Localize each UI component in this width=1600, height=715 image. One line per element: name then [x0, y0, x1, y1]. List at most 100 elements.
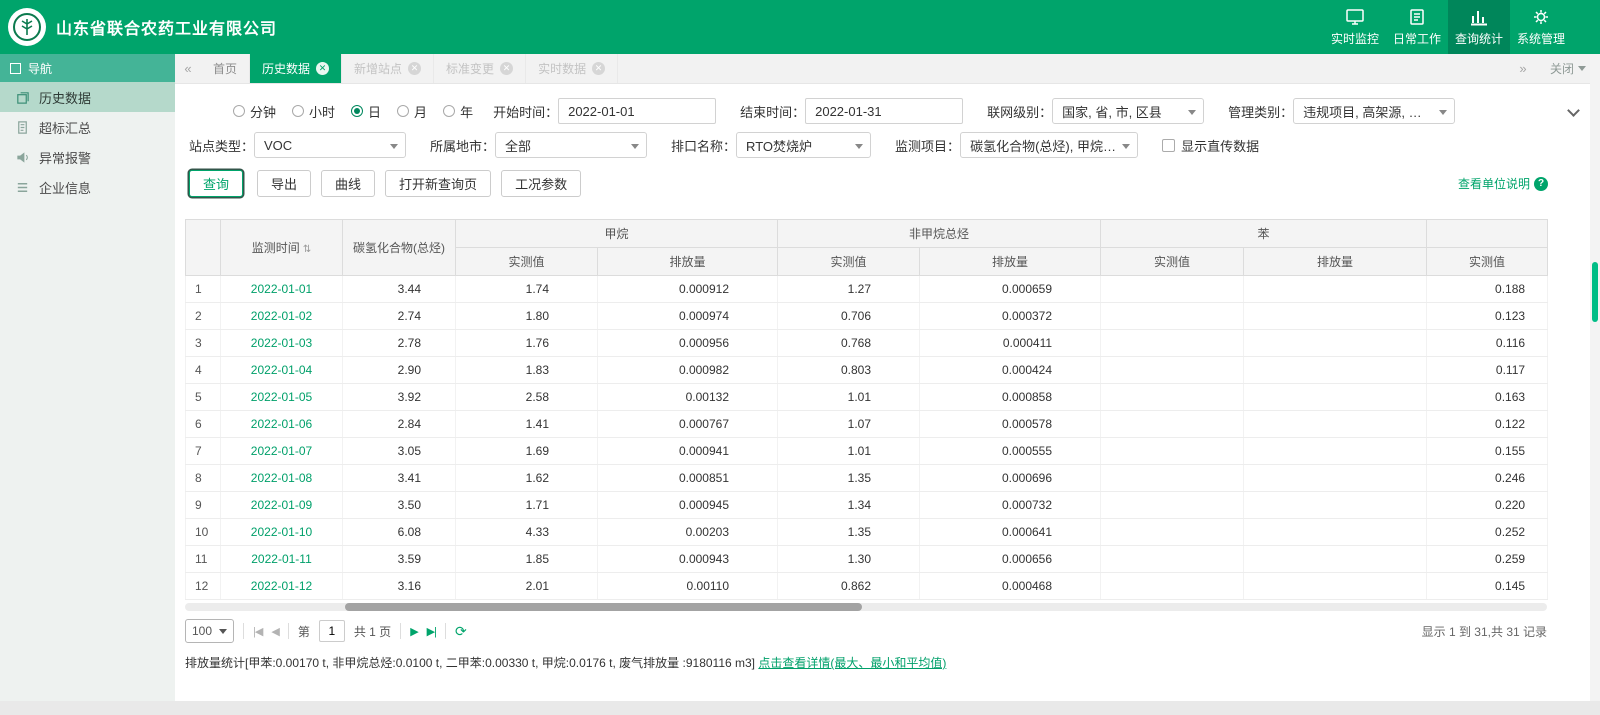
nav-realtime-monitor[interactable]: 实时监控 [1324, 0, 1386, 54]
monitor-date-link[interactable]: 2022-01-09 [221, 492, 343, 519]
divider [288, 623, 289, 639]
period-radio-hour[interactable]: 小时 [292, 102, 335, 121]
monitor-date-link[interactable]: 2022-01-03 [221, 330, 343, 357]
page-size-select[interactable]: 100 [185, 619, 234, 643]
sidebar-item-abnormal-alarm[interactable]: 异常报警 [0, 142, 175, 172]
monitor-date-link[interactable]: 2022-01-06 [221, 411, 343, 438]
monitor-date-link[interactable]: 2022-01-05 [221, 384, 343, 411]
city-select[interactable]: 全部 [495, 132, 647, 158]
monitor-date-link[interactable]: 2022-01-04 [221, 357, 343, 384]
time-column-header[interactable]: 监测时间⇅ [221, 220, 343, 276]
table-row[interactable]: 62022-01-062.841.410.0007671.070.0005780… [186, 411, 1548, 438]
table-row[interactable]: 102022-01-106.084.330.002031.350.0006410… [186, 519, 1548, 546]
monitor-date-link[interactable]: 2022-01-12 [221, 573, 343, 600]
end-time-input[interactable] [805, 98, 963, 124]
table-row[interactable]: 112022-01-113.591.850.0009431.300.000656… [186, 546, 1548, 573]
unit-description-link[interactable]: 查看单位说明 ? [1458, 175, 1548, 192]
vertical-scrollbar-thumb[interactable] [1592, 262, 1598, 322]
tab-close-icon[interactable]: ✕ [408, 62, 421, 75]
table-row[interactable]: 12022-01-013.441.740.0009121.270.0006590… [186, 276, 1548, 303]
table-row[interactable]: 32022-01-032.781.760.0009560.7680.000411… [186, 330, 1548, 357]
monitor-date-link[interactable]: 2022-01-08 [221, 465, 343, 492]
tab-close-icon[interactable]: ✕ [316, 62, 329, 75]
tab-close-icon[interactable]: ✕ [592, 62, 605, 75]
sort-icon[interactable]: ⇅ [303, 244, 311, 255]
first-page-icon[interactable]: |◀ [253, 625, 262, 638]
tab-bar: « 首页 历史数据 ✕ 新增站点 ✕ 标准变更 ✕ 实时数据 [175, 54, 1600, 84]
radio-icon [233, 105, 245, 117]
period-radio-year[interactable]: 年 [443, 102, 473, 121]
monitor-date-link[interactable]: 2022-01-01 [221, 276, 343, 303]
vertical-scrollbar-track[interactable] [1590, 54, 1600, 701]
nav-daily-work[interactable]: 日常工作 [1386, 0, 1448, 54]
data-cell: 1.62 [456, 465, 598, 492]
open-new-query-button[interactable]: 打开新查询页 [385, 170, 491, 197]
tab-close-icon[interactable]: ✕ [500, 62, 513, 75]
monitor-date-link[interactable]: 2022-01-07 [221, 438, 343, 465]
prev-page-icon[interactable]: ◀ [271, 625, 278, 638]
monitor-date-link[interactable]: 2022-01-11 [221, 546, 343, 573]
monitor-item-select[interactable]: 碳氢化合物(总烃), 甲烷, 非 [960, 132, 1138, 158]
horizontal-scrollbar-thumb[interactable] [345, 603, 862, 611]
table-row[interactable]: 82022-01-083.411.620.0008511.350.0006960… [186, 465, 1548, 492]
data-cell [1244, 573, 1427, 600]
horizontal-scrollbar-track[interactable] [185, 603, 1547, 611]
period-radio-minute[interactable]: 分钟 [233, 102, 276, 121]
outlet-select[interactable]: RTO焚烧炉 [736, 132, 871, 158]
nav-system-management[interactable]: 系统管理 [1510, 0, 1572, 54]
table-row[interactable]: 42022-01-042.901.830.0009820.8030.000424… [186, 357, 1548, 384]
tab-new-station[interactable]: 新增站点 ✕ [342, 54, 434, 83]
network-level-value: 国家, 省, 市, 区县 [1062, 102, 1183, 121]
tab-home[interactable]: 首页 [201, 54, 250, 83]
table-row[interactable]: 122022-01-123.162.010.001100.8620.000468… [186, 573, 1548, 600]
table-row[interactable]: 92022-01-093.501.710.0009451.340.0007320… [186, 492, 1548, 519]
period-radio-day[interactable]: 日 [351, 102, 381, 121]
data-cell: 0.000468 [920, 573, 1101, 600]
monitor-date-link[interactable]: 2022-01-10 [221, 519, 343, 546]
tab-label: 标准变更 [446, 60, 494, 77]
start-time-input[interactable] [558, 98, 716, 124]
table-row[interactable]: 72022-01-073.051.690.0009411.010.0005550… [186, 438, 1548, 465]
period-radio-month[interactable]: 月 [397, 102, 427, 121]
direct-data-checkbox[interactable]: 显示直传数据 [1162, 136, 1259, 155]
tab-label: 首页 [213, 60, 237, 77]
thc-value-cell: 2.90 [343, 357, 456, 384]
curve-button[interactable]: 曲线 [321, 170, 375, 197]
divider [400, 623, 401, 639]
refresh-icon[interactable]: ⟳ [455, 623, 467, 640]
page-number-input[interactable] [319, 620, 345, 642]
tab-history-data[interactable]: 历史数据 ✕ [250, 54, 342, 83]
station-type-select[interactable]: VOC [254, 132, 406, 158]
view-detail-link[interactable]: 点击查看详情(最大、最小和平均值) [758, 656, 946, 670]
data-cell: 0.155 [1427, 438, 1548, 465]
network-level-select[interactable]: 国家, 省, 市, 区县 [1052, 98, 1204, 124]
manage-category-select[interactable]: 违规项目, 高架源, 重点排 [1293, 98, 1455, 124]
cutoff-group-header [1427, 220, 1548, 248]
sidebar-item-history-data[interactable]: 历史数据 [0, 82, 175, 112]
table-row[interactable]: 52022-01-053.922.580.001321.010.0008580.… [186, 384, 1548, 411]
results-table: 监测时间⇅ 碳氢化合物(总烃) 甲烷 非甲烷总烃 苯 实测值 排放量 [185, 219, 1548, 600]
station-type-group: 站点类型： VOC [189, 132, 406, 158]
export-button[interactable]: 导出 [257, 170, 311, 197]
tab-realtime-data[interactable]: 实时数据 ✕ [526, 54, 618, 83]
data-cell [1101, 519, 1244, 546]
tab-standard-change[interactable]: 标准变更 ✕ [434, 54, 526, 83]
monitor-date-link[interactable]: 2022-01-02 [221, 303, 343, 330]
sidebar-item-company-info[interactable]: 企业信息 [0, 172, 175, 202]
query-button[interactable]: 查询 [189, 170, 243, 197]
methane-group-header: 甲烷 [456, 220, 778, 248]
data-cell: 0.000641 [920, 519, 1101, 546]
data-cell: 1.35 [778, 465, 920, 492]
tabs-scroll-left-icon[interactable]: « [175, 54, 201, 83]
table-body: 12022-01-013.441.740.0009121.270.0006590… [186, 276, 1548, 600]
monitor-item-value: 碳氢化合物(总烃), 甲烷, 非 [970, 136, 1117, 155]
tabs-scroll-right-icon[interactable]: » [1510, 61, 1536, 76]
condition-params-button[interactable]: 工况参数 [501, 170, 581, 197]
monitor-item-label: 监测项目： [895, 136, 960, 155]
sidebar-item-exceed-summary[interactable]: 超标汇总 [0, 112, 175, 142]
last-page-icon[interactable]: ▶| [427, 625, 436, 638]
next-page-icon[interactable]: ▶ [410, 625, 417, 638]
nav-query-statistics[interactable]: 查询统计 [1448, 0, 1510, 54]
start-time-group: 开始时间： [493, 98, 716, 124]
table-row[interactable]: 22022-01-022.741.800.0009740.7060.000372… [186, 303, 1548, 330]
